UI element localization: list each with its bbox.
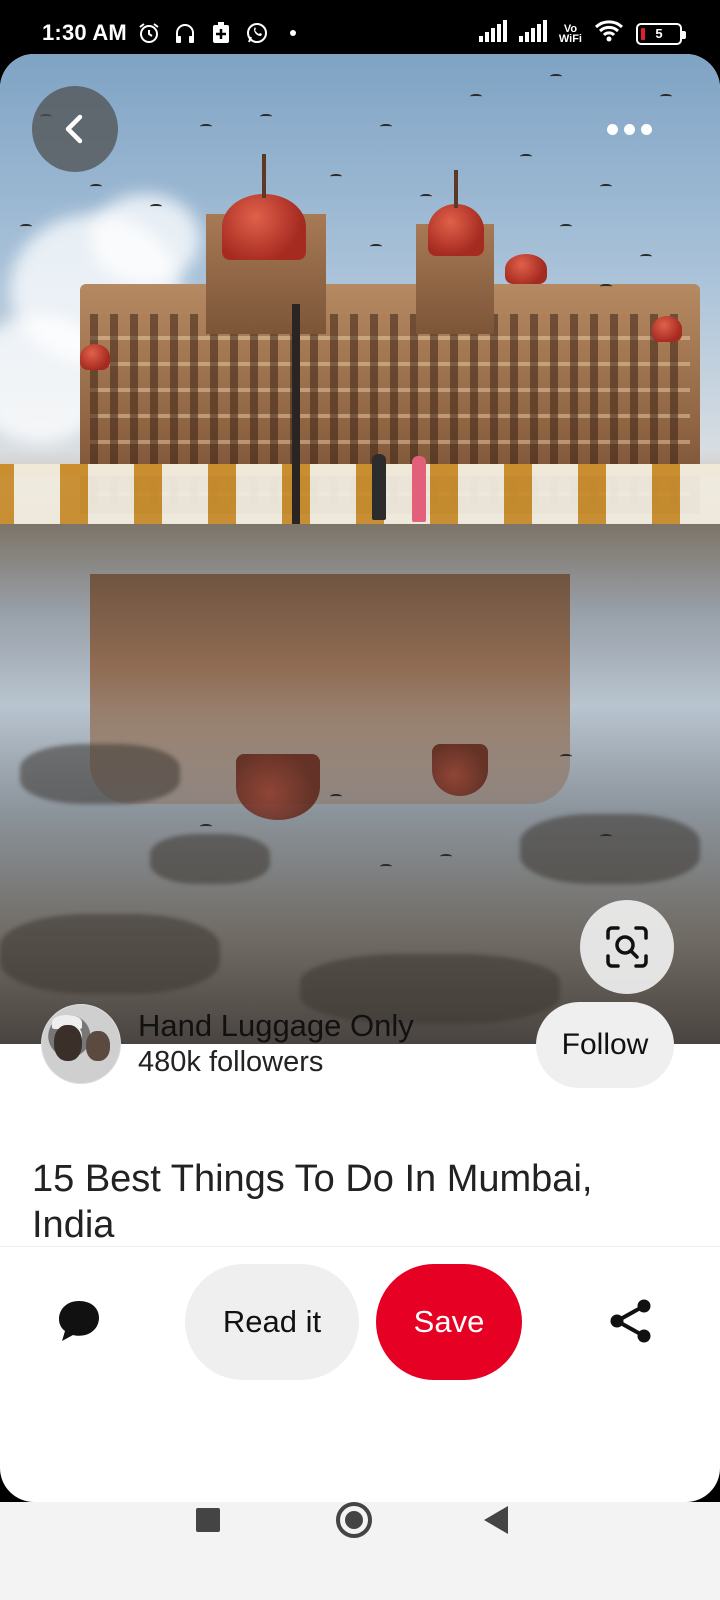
pin-image[interactable] bbox=[0, 54, 720, 1044]
battery-level-label: 5 bbox=[655, 26, 663, 41]
bird bbox=[550, 74, 562, 79]
battery-icon: 5 bbox=[636, 22, 686, 45]
avatar-figure bbox=[54, 1025, 82, 1061]
bird bbox=[20, 224, 32, 229]
battery-saver-icon bbox=[208, 20, 234, 46]
status-icons-right: Vo WiFi 5 bbox=[478, 20, 686, 47]
recents-icon[interactable] bbox=[196, 1508, 220, 1532]
share-icon bbox=[610, 1299, 651, 1343]
home-icon[interactable] bbox=[336, 1502, 372, 1538]
person bbox=[372, 454, 386, 520]
barrier-fence bbox=[0, 464, 720, 524]
more-horizontal-icon-dot bbox=[623, 123, 635, 135]
bird bbox=[380, 864, 392, 869]
bird bbox=[260, 114, 272, 119]
avatar-figure bbox=[86, 1031, 110, 1061]
status-time: 1:30 AM bbox=[42, 20, 127, 45]
palace-dome bbox=[652, 316, 682, 342]
status-icons-left bbox=[136, 20, 306, 46]
person bbox=[412, 456, 426, 522]
comment-icon bbox=[59, 1301, 99, 1341]
more-options-button[interactable] bbox=[598, 106, 660, 152]
more-horizontal-icon-dot bbox=[606, 123, 618, 135]
signal-icon bbox=[518, 20, 547, 47]
bird bbox=[520, 154, 532, 159]
headphones-icon bbox=[172, 20, 198, 46]
follow-button[interactable]: Follow bbox=[536, 1002, 674, 1088]
dot-icon bbox=[280, 20, 306, 46]
bird bbox=[90, 184, 102, 189]
read-it-button[interactable]: Read it bbox=[185, 1264, 359, 1380]
bird bbox=[200, 124, 212, 129]
bird bbox=[330, 174, 342, 179]
creator-name[interactable]: Hand Luggage Only bbox=[138, 1008, 414, 1044]
whatsapp-icon bbox=[244, 20, 270, 46]
pin-title: 15 Best Things To Do In Mumbai, India bbox=[32, 1158, 593, 1246]
share-button[interactable] bbox=[604, 1294, 658, 1348]
back-button[interactable] bbox=[32, 86, 118, 172]
vowifi-bottom-label: WiFi bbox=[558, 32, 582, 45]
vowifi-icon: Vo WiFi bbox=[558, 22, 582, 45]
dome-spire bbox=[454, 170, 458, 208]
bird bbox=[560, 224, 572, 229]
bird bbox=[150, 204, 162, 209]
bird bbox=[660, 94, 672, 99]
wifi-icon bbox=[594, 20, 624, 47]
battery-level-fill bbox=[641, 27, 645, 40]
ground-patch bbox=[0, 914, 220, 994]
palace-dome bbox=[428, 204, 484, 256]
visual-search-icon bbox=[606, 926, 648, 968]
palace-dome bbox=[222, 194, 306, 260]
chevron-left-icon bbox=[65, 114, 83, 144]
bird bbox=[330, 794, 342, 799]
ground-patch bbox=[520, 814, 700, 884]
dome-spire bbox=[262, 154, 266, 198]
signal-icon bbox=[478, 20, 507, 47]
more-horizontal-icon-dot bbox=[640, 123, 652, 135]
ground-patch bbox=[150, 834, 270, 884]
palace-dome bbox=[505, 254, 547, 284]
lamp-post bbox=[292, 304, 300, 534]
home-icon-inner bbox=[345, 1511, 363, 1529]
dome-reflection bbox=[432, 744, 488, 796]
bird bbox=[470, 94, 482, 99]
bird bbox=[370, 244, 382, 249]
back-icon[interactable] bbox=[484, 1506, 508, 1534]
bird bbox=[420, 194, 432, 199]
ground-patch bbox=[20, 744, 180, 804]
bird bbox=[440, 854, 452, 859]
bird bbox=[560, 754, 572, 759]
visual-search-button[interactable] bbox=[580, 900, 674, 994]
bird bbox=[600, 184, 612, 189]
palace-dome bbox=[80, 344, 110, 370]
bird bbox=[200, 824, 212, 829]
avatar[interactable] bbox=[41, 1004, 121, 1084]
creator-followers: 480k followers bbox=[138, 1046, 324, 1078]
dome-reflection bbox=[236, 754, 320, 820]
alarm-icon bbox=[136, 20, 162, 46]
bird bbox=[600, 834, 612, 839]
comment-button[interactable] bbox=[52, 1294, 106, 1348]
vowifi-top-label: Vo bbox=[563, 22, 578, 35]
bird bbox=[380, 124, 392, 129]
save-button[interactable]: Save bbox=[376, 1264, 522, 1380]
cloud bbox=[90, 194, 200, 284]
bird bbox=[600, 284, 612, 289]
bird bbox=[640, 254, 652, 259]
